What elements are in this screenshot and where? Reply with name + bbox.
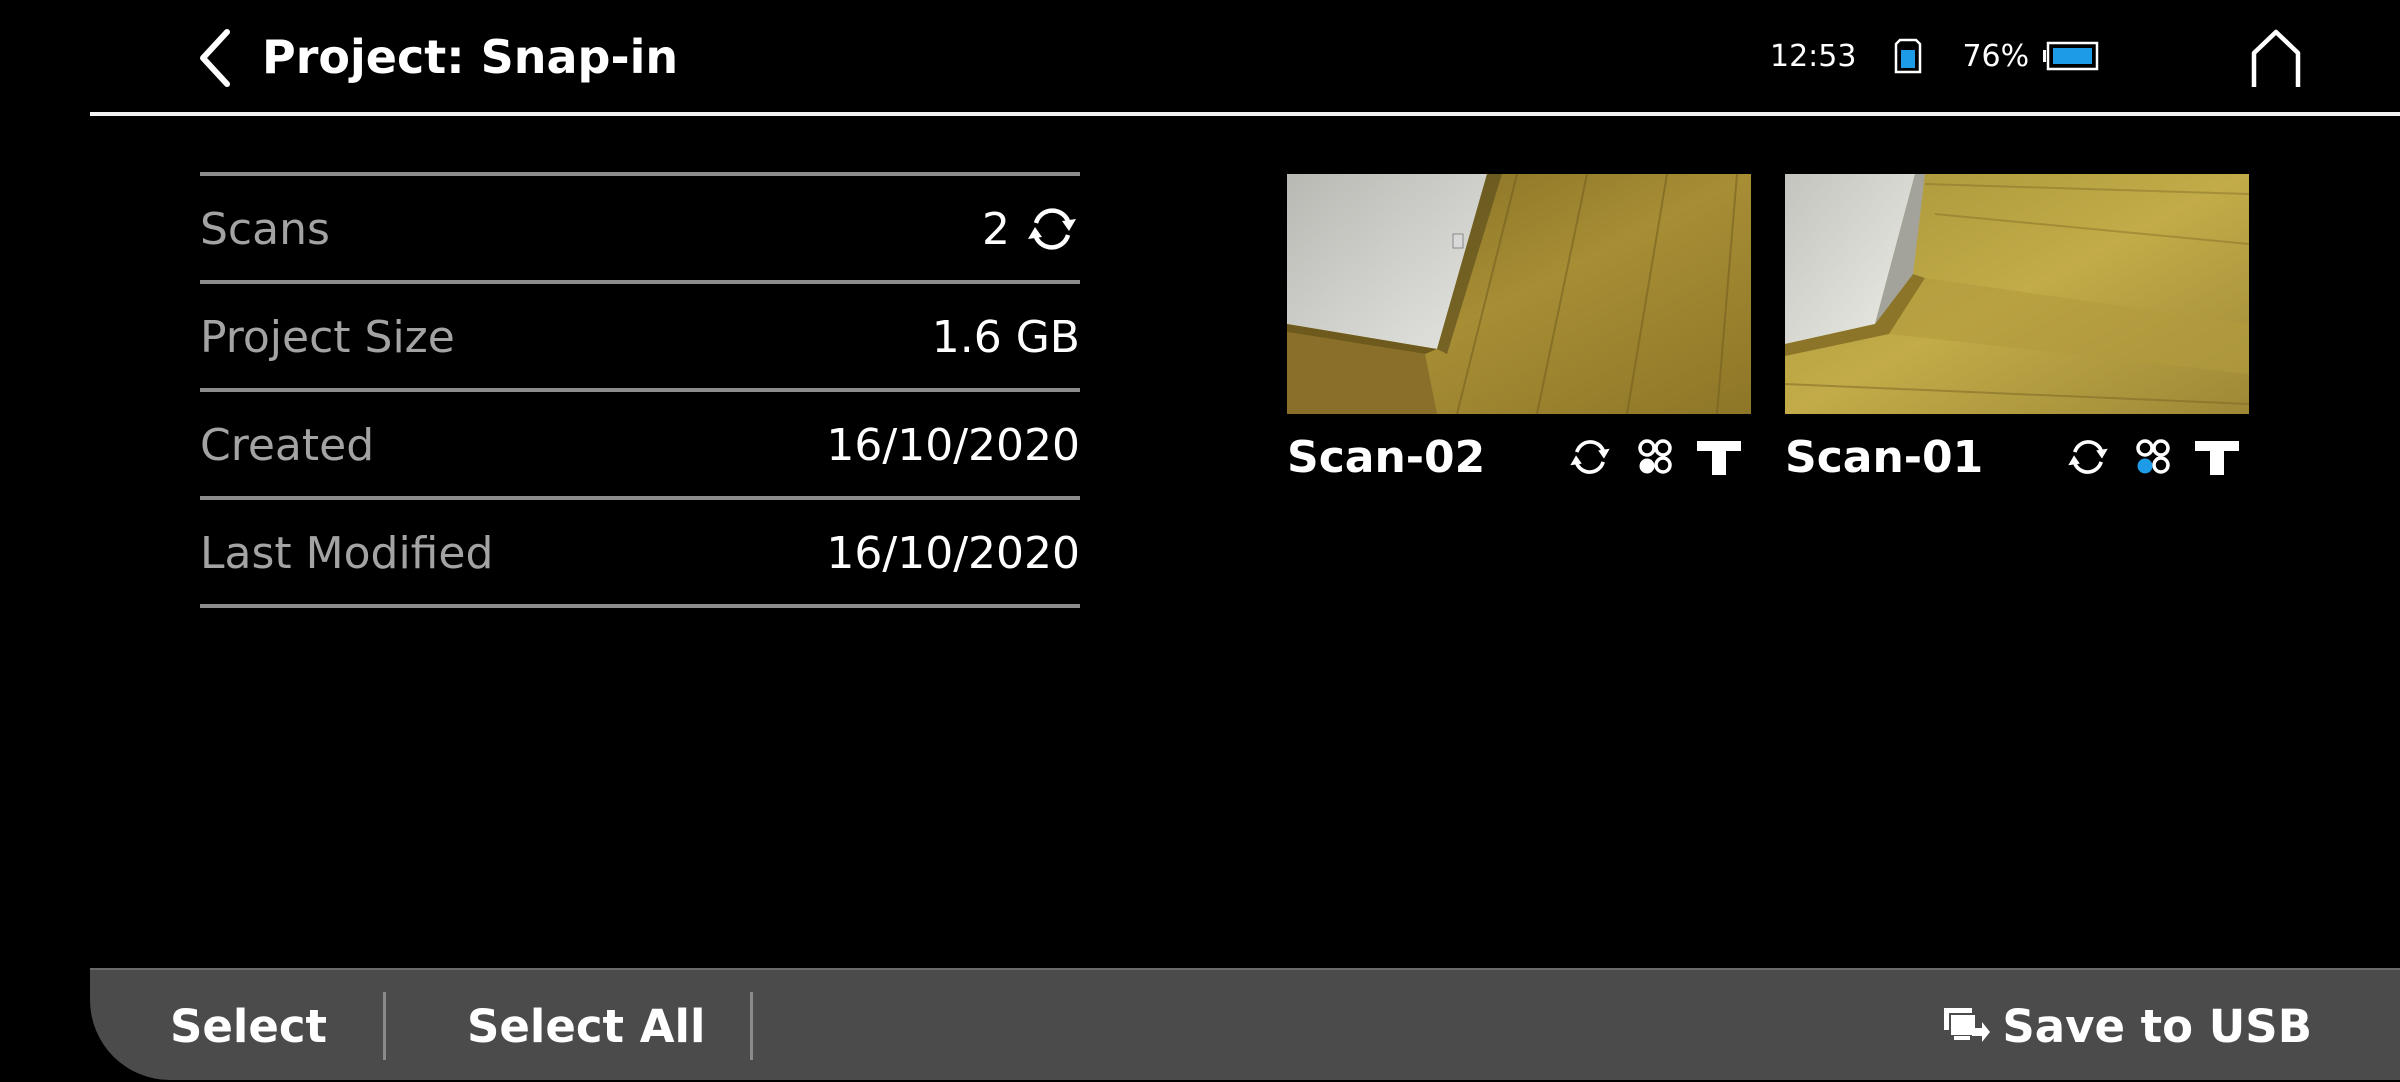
header-divider	[90, 112, 2400, 116]
cluster-icon	[2133, 437, 2173, 477]
select-all-button[interactable]: Select All	[467, 970, 705, 1082]
project-info-table: Scans 2 Project Size 1.6 GB Created 16/1…	[200, 172, 1080, 608]
scan-footer: Scan-01	[1785, 414, 2249, 500]
cluster-icon	[1635, 437, 1675, 477]
tripod-icon	[1697, 437, 1741, 477]
sync-icon	[1567, 434, 1613, 480]
clock: 12:53	[1770, 38, 1857, 74]
info-label-scans: Scans	[200, 203, 330, 255]
sync-icon	[2065, 434, 2111, 480]
save-to-usb-label: Save to USB	[2002, 999, 2312, 1053]
scan-name: Scan-01	[1785, 431, 1984, 483]
info-value-last-modified: 16/10/2020	[826, 527, 1080, 579]
info-label-last-modified: Last Modified	[200, 527, 494, 579]
info-value-scans: 2	[982, 201, 1080, 257]
page-title: Project: Snap-in	[262, 30, 679, 84]
scans-count: 2	[982, 203, 1010, 255]
refresh-icon[interactable]	[1024, 201, 1080, 257]
scan-name: Scan-02	[1287, 431, 1486, 483]
back-button[interactable]	[190, 24, 240, 92]
bottom-action-bar: Select Select All Save to USB	[90, 968, 2400, 1080]
divider	[750, 992, 753, 1060]
battery-icon	[2043, 41, 2099, 71]
info-label-created: Created	[200, 419, 375, 471]
battery-percentage: 76%	[1962, 38, 2030, 74]
info-value-project-size: 1.6 GB	[931, 311, 1080, 363]
usb-transfer-icon	[1942, 1004, 1991, 1048]
info-row-scans: Scans 2	[200, 176, 1080, 284]
scan-status-icons	[1567, 434, 1751, 480]
status-area: 12:53 76%	[1770, 30, 2099, 82]
scan-card[interactable]: Scan-01	[1785, 174, 2249, 500]
info-label-project-size: Project Size	[200, 311, 455, 363]
header-bar: Project: Snap-in 12:53 76%	[0, 0, 2400, 116]
chevron-left-icon	[200, 29, 230, 87]
select-button[interactable]: Select	[170, 970, 327, 1082]
scan-status-icons	[2065, 434, 2249, 480]
sd-card-icon	[1894, 38, 1922, 74]
divider	[383, 992, 386, 1060]
home-button[interactable]	[2248, 28, 2304, 90]
tripod-icon	[2195, 437, 2239, 477]
scan-card[interactable]: Scan-02	[1287, 174, 1751, 500]
home-icon	[2251, 29, 2301, 87]
info-row-created: Created 16/10/2020	[200, 392, 1080, 500]
info-value-created: 16/10/2020	[826, 419, 1080, 471]
scan-grid: Scan-02 Scan-01	[1287, 174, 2249, 500]
scan-footer: Scan-02	[1287, 414, 1751, 500]
info-row-project-size: Project Size 1.6 GB	[200, 284, 1080, 392]
save-to-usb-button[interactable]: Save to USB	[1942, 970, 2312, 1082]
info-row-last-modified: Last Modified 16/10/2020	[200, 500, 1080, 608]
scan-thumbnail[interactable]	[1785, 174, 2249, 414]
scan-thumbnail[interactable]	[1287, 174, 1751, 414]
